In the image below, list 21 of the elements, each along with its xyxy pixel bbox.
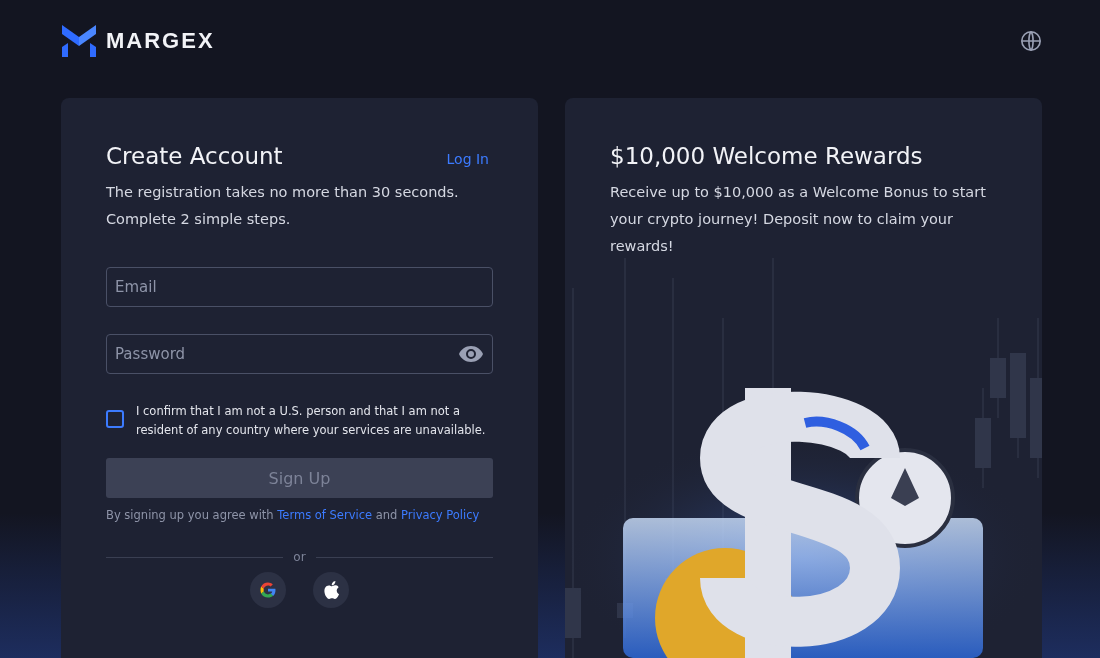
google-signin-button[interactable]	[250, 572, 286, 608]
brand-name: MARGEX	[106, 28, 215, 54]
privacy-link[interactable]: Privacy Policy	[401, 508, 480, 522]
login-link[interactable]: Log In	[446, 151, 489, 167]
promo-text: Receive up to $10,000 as a Welcome Bonus to start your crypto journey! Deposit now to claim your rewards!	[610, 183, 987, 256]
promo-title: $10,000 Welcome Rewards	[610, 143, 924, 169]
terms-text: By signing up you agree with Terms of Service and Privacy Policy	[106, 508, 481, 522]
apple-signin-button[interactable]	[313, 572, 349, 608]
logo-icon	[62, 25, 96, 57]
email-field[interactable]: Email	[106, 267, 493, 307]
apple-icon	[322, 580, 340, 600]
form-title: Create Account	[106, 143, 283, 169]
password-field[interactable]: Password	[106, 334, 493, 374]
terms-link[interactable]: Terms of Service	[277, 508, 373, 522]
globe-icon[interactable]	[1020, 30, 1042, 52]
eye-icon[interactable]	[459, 346, 483, 362]
registration-intro: The registration takes no more than 30 seconds. Complete 2 simple steps.	[106, 183, 460, 229]
or-divider-text: or	[293, 550, 306, 564]
google-icon	[259, 581, 277, 599]
confirm-text: I confirm that I am not a U.S. person and that I am not a resident of any country where your services are unavailable.	[136, 403, 486, 439]
confirm-checkbox[interactable]	[106, 410, 124, 428]
